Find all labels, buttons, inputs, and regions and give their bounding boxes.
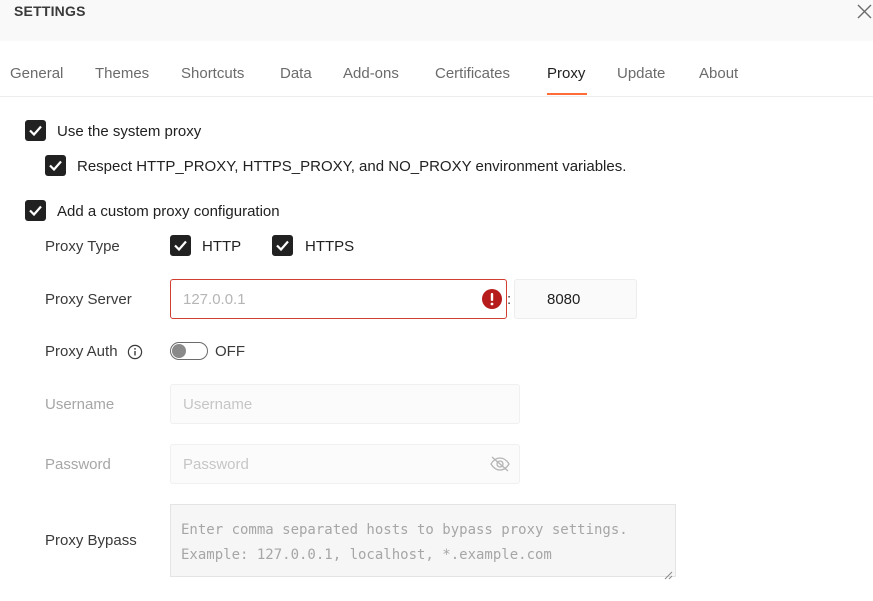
- proxy-host-input[interactable]: 127.0.0.1: [170, 279, 507, 319]
- password-input[interactable]: Password: [170, 444, 520, 484]
- bypass-placeholder-line1: Enter comma separated hosts to bypass pr…: [181, 522, 628, 538]
- checkmark-icon: [49, 160, 62, 172]
- username-label: Username: [45, 396, 115, 413]
- bypass-placeholder-line2: Example: 127.0.0.1, localhost, *.example…: [181, 547, 552, 563]
- tab-add-ons[interactable]: Add-ons: [343, 65, 399, 82]
- tab-about[interactable]: About: [699, 65, 738, 82]
- proxy-bypass-label: Proxy Bypass: [45, 532, 137, 549]
- http-checkbox[interactable]: [170, 235, 191, 256]
- proxy-host-placeholder: 127.0.0.1: [183, 290, 246, 308]
- checkmark-icon: [174, 240, 187, 252]
- tab-shortcuts[interactable]: Shortcuts: [181, 65, 244, 82]
- https-label: HTTPS: [305, 238, 355, 255]
- info-icon[interactable]: [127, 344, 143, 360]
- active-tab-indicator: [547, 93, 587, 95]
- password-placeholder: Password: [183, 455, 249, 473]
- settings-header: SETTINGS: [0, 0, 873, 41]
- error-icon: [482, 289, 502, 309]
- proxy-port-input[interactable]: 8080: [514, 279, 637, 319]
- env-vars-label: Respect HTTP_PROXY, HTTPS_PROXY, and NO_…: [77, 158, 627, 175]
- custom-proxy-label: Add a custom proxy configuration: [57, 203, 280, 220]
- tab-data[interactable]: Data: [280, 65, 312, 82]
- tab-certificates[interactable]: Certificates: [435, 65, 510, 82]
- system-proxy-label: Use the system proxy: [57, 123, 202, 140]
- system-proxy-checkbox[interactable]: [25, 120, 46, 141]
- page-title: SETTINGS: [14, 3, 86, 19]
- username-input[interactable]: Username: [170, 384, 520, 424]
- proxy-type-label: Proxy Type: [45, 238, 120, 255]
- env-vars-checkbox[interactable]: [45, 155, 66, 176]
- proxy-bypass-textarea[interactable]: Enter comma separated hosts to bypass pr…: [170, 504, 676, 580]
- https-checkbox[interactable]: [272, 235, 293, 256]
- port-separator: :: [507, 291, 512, 308]
- eye-slash-icon[interactable]: [489, 455, 511, 473]
- proxy-auth-label: Proxy Auth: [45, 343, 118, 360]
- proxy-auth-toggle[interactable]: [170, 342, 208, 360]
- tab-update[interactable]: Update: [617, 65, 665, 82]
- checkmark-icon: [29, 205, 42, 217]
- proxy-auth-state: OFF: [215, 343, 245, 360]
- username-placeholder: Username: [183, 395, 253, 413]
- proxy-server-label: Proxy Server: [45, 291, 132, 308]
- settings-tabs: General Themes Shortcuts Data Add-ons Ce…: [0, 41, 873, 97]
- tab-proxy[interactable]: Proxy: [547, 65, 585, 82]
- resize-handle-icon[interactable]: [663, 564, 673, 580]
- tab-themes[interactable]: Themes: [95, 65, 149, 82]
- custom-proxy-checkbox[interactable]: [25, 200, 46, 221]
- toggle-knob: [172, 344, 186, 358]
- http-label: HTTP: [202, 238, 242, 255]
- checkmark-icon: [276, 240, 289, 252]
- close-icon[interactable]: [854, 2, 873, 22]
- tab-general[interactable]: General: [10, 65, 63, 82]
- password-label: Password: [45, 456, 111, 473]
- checkmark-icon: [29, 125, 42, 137]
